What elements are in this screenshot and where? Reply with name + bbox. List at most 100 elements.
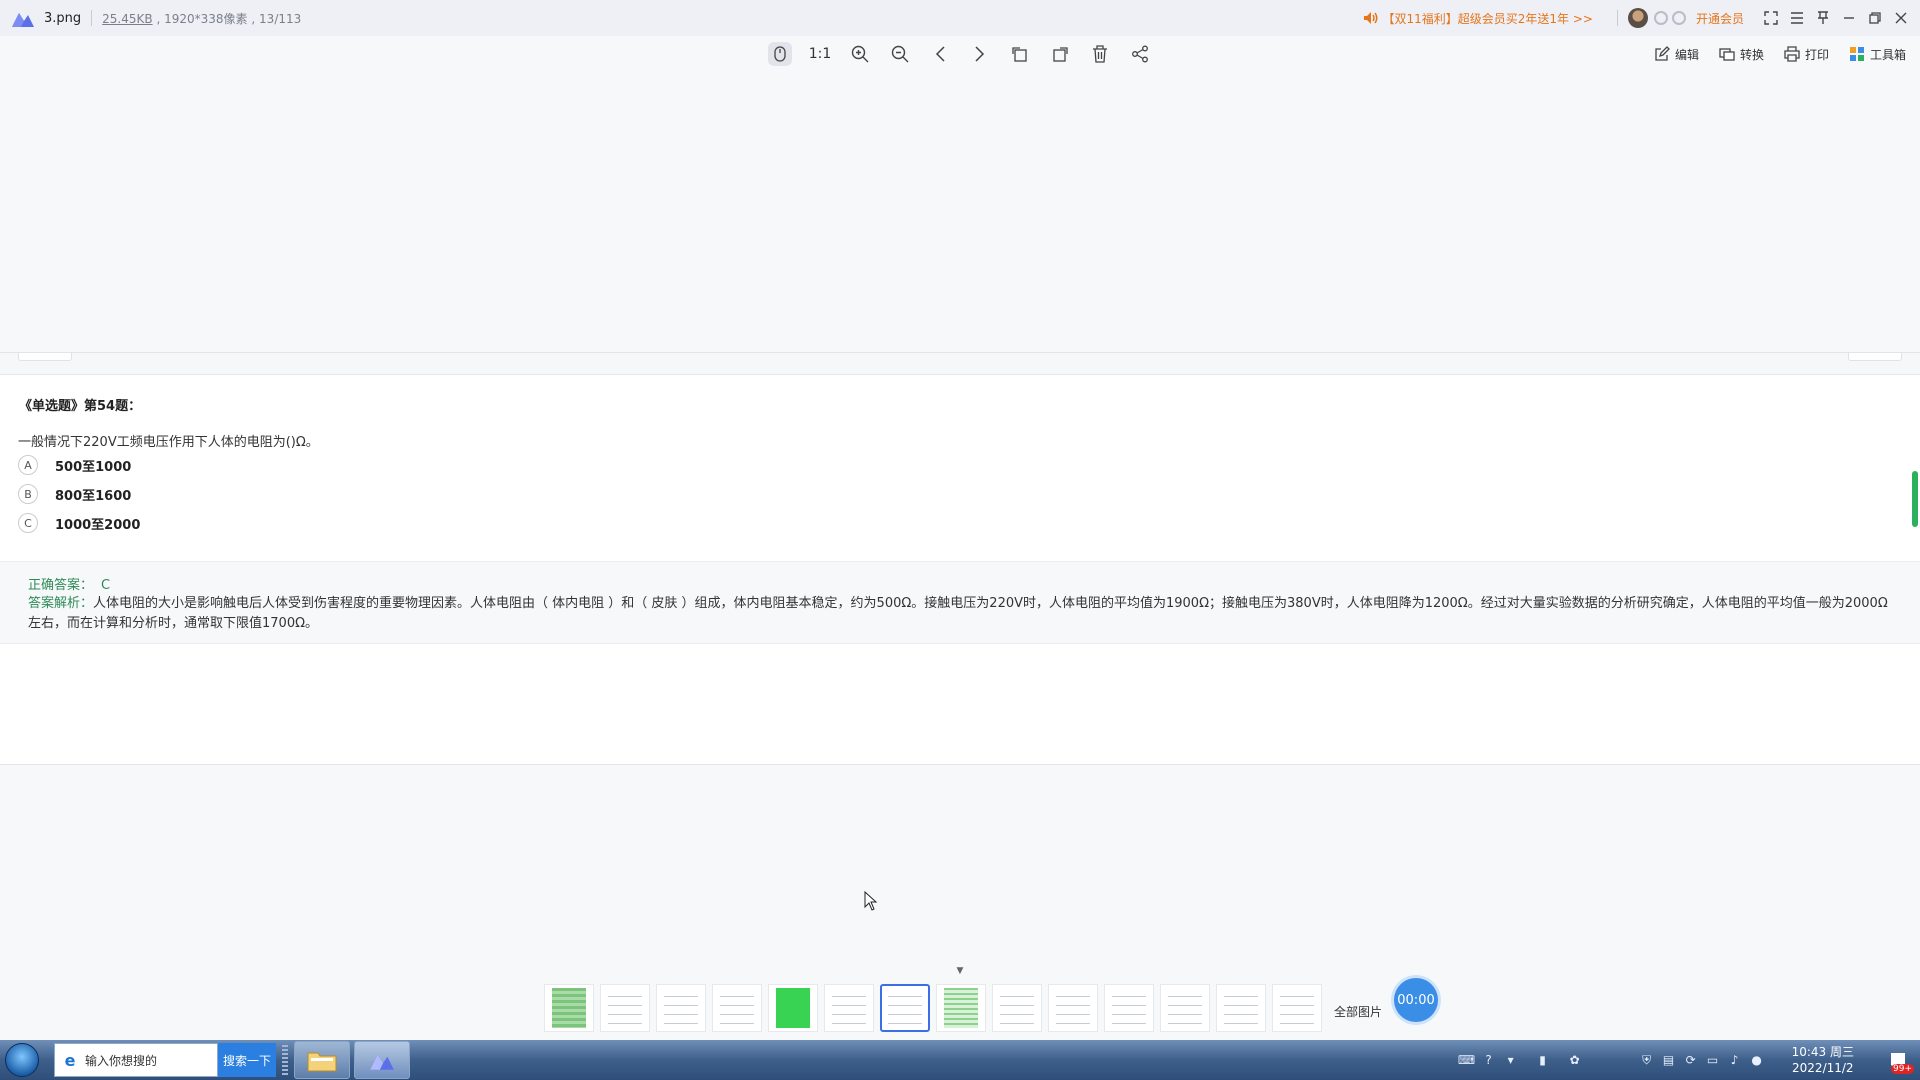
answer-label: 正确答案：	[28, 578, 94, 593]
option-c: C 1000至2000	[18, 513, 140, 533]
thumbnail[interactable]	[600, 984, 650, 1032]
app-tray-icon[interactable]: ✿	[1564, 1040, 1586, 1080]
actual-size-button[interactable]: 1:1	[800, 36, 840, 72]
promo-link[interactable]: 【双11福利】超级会员买2年送1年 >>	[1363, 10, 1593, 27]
status-badge-icon	[1671, 11, 1686, 25]
thumbnail[interactable]	[1104, 984, 1154, 1032]
thumbnail[interactable]	[824, 984, 874, 1032]
clock-time: 10:43 周三	[1791, 1045, 1854, 1059]
edit-icon	[1655, 46, 1670, 61]
thumbnail[interactable]	[712, 984, 762, 1032]
taskbar: e 输入你想搜的 搜索一下 ⌨ ? ▾ ▮ ✿ ⛨ ▤ ⟳ ▭ ♪ ● 10:4…	[0, 1040, 1920, 1080]
option-text: 1000至2000	[55, 517, 141, 533]
correct-answer: 正确答案： C	[28, 574, 110, 593]
avatar[interactable]	[1627, 8, 1648, 28]
option-text: 500至1000	[55, 459, 132, 475]
open-vip-link[interactable]: 开通会员	[1696, 10, 1744, 27]
thumbnail[interactable]	[656, 984, 706, 1032]
titlebar-right: 【双11福利】超级会员买2年送1年 >> 开通会员	[1363, 0, 1920, 36]
ratio-label: 1:1	[808, 46, 832, 62]
analysis-label: 答案解析：	[28, 596, 94, 611]
start-button[interactable]	[0, 1040, 44, 1080]
taskbar-search-input[interactable]: e 输入你想搜的	[54, 1043, 218, 1077]
zoom-out-button[interactable]	[880, 36, 920, 72]
scrollbar-thumb[interactable]	[1912, 471, 1918, 527]
notification-button[interactable]: 99+	[1884, 1046, 1914, 1074]
all-images-link[interactable]: 全部图片	[1334, 1003, 1382, 1020]
share-icon	[1132, 45, 1148, 63]
toolbox-button[interactable]: 工具箱	[1849, 46, 1906, 63]
promo-text: 【双11福利】超级会员买2年送1年 >>	[1382, 11, 1593, 26]
app-logo-icon	[370, 1054, 394, 1070]
clock-date: 2022/11/2	[1792, 1061, 1854, 1075]
restore-icon[interactable]	[1862, 0, 1888, 36]
image-dimensions: 1920*338像素	[164, 11, 248, 26]
fullscreen-icon[interactable]	[1758, 0, 1784, 36]
divider	[1616, 10, 1618, 26]
file-info-sep: ,	[156, 11, 161, 26]
network-icon[interactable]: ▤	[1658, 1040, 1680, 1080]
image-canvas[interactable]: 《单选题》第54题： 一般情况下220V工频电压作用下人体的电阻为()Ω。 A …	[0, 72, 1920, 972]
sync-icon[interactable]: ⟳	[1680, 1040, 1702, 1080]
thumbnail-selected[interactable]	[880, 984, 930, 1032]
title-bar: 3.png 25.45KB , 1920*338像素 , 13/113 【双11…	[0, 0, 1920, 36]
image-viewer-task-button[interactable]	[354, 1041, 410, 1079]
answer-analysis: 答案解析：人体电阻的大小是影响触电后人体受到伤害程度的重要物理因素。人体电阻由（…	[28, 594, 1898, 634]
close-icon[interactable]	[1888, 0, 1914, 36]
divider	[91, 10, 93, 26]
mouse-icon	[768, 42, 792, 66]
help-icon[interactable]: ?	[1478, 1040, 1500, 1080]
rotate-left-button[interactable]	[1000, 36, 1040, 72]
convert-icon	[1719, 48, 1735, 61]
option-a: A 500至1000	[18, 455, 131, 475]
security-app-icon[interactable]: ●	[1746, 1040, 1768, 1080]
edit-button[interactable]: 编辑	[1654, 46, 1699, 63]
chevron-down-icon[interactable]: ▾	[1500, 1040, 1522, 1080]
thumbnail[interactable]	[992, 984, 1042, 1032]
timer-button[interactable]: 00:00	[1394, 978, 1438, 1022]
convert-button[interactable]: 转换	[1719, 46, 1764, 63]
explorer-task-button[interactable]	[294, 1041, 350, 1079]
keyboard-icon[interactable]: ⌨	[1456, 1040, 1478, 1080]
trash-icon	[1093, 45, 1107, 63]
previous-button[interactable]	[920, 36, 960, 72]
pin-icon[interactable]	[1810, 0, 1836, 36]
convert-label: 转换	[1739, 47, 1764, 62]
image-position: 13/113	[259, 11, 302, 26]
print-button[interactable]: 打印	[1784, 46, 1829, 63]
minimize-icon[interactable]	[1836, 0, 1862, 36]
speaker-icon	[1363, 12, 1378, 24]
collapse-thumbs-icon[interactable]: ▼	[952, 966, 968, 976]
print-label: 打印	[1804, 47, 1829, 62]
zoom-in-icon	[851, 45, 869, 63]
question-card: 《单选题》第54题： 一般情况下220V工频电压作用下人体的电阻为()Ω。 A …	[0, 352, 1920, 765]
volume-icon[interactable]: ♪	[1724, 1040, 1746, 1080]
zoom-in-button[interactable]	[840, 36, 880, 72]
delete-button[interactable]	[1080, 36, 1120, 72]
tab-stub-right	[1848, 353, 1902, 361]
rotate-right-button[interactable]	[1040, 36, 1080, 72]
thumbnail[interactable]	[1216, 984, 1266, 1032]
thumbnail[interactable]	[1272, 984, 1322, 1032]
file-size[interactable]: 25.45KB	[102, 12, 152, 26]
monitor-icon[interactable]: ▭	[1702, 1040, 1724, 1080]
thumbnail[interactable]	[1048, 984, 1098, 1032]
notification-badge: 99+	[1891, 1064, 1914, 1074]
edit-label: 编辑	[1674, 47, 1699, 62]
file-name: 3.png	[44, 10, 82, 26]
next-button[interactable]	[960, 36, 1000, 72]
shield-icon[interactable]: ⛨	[1636, 1040, 1658, 1080]
thumbnail[interactable]	[1160, 984, 1210, 1032]
share-button[interactable]	[1120, 36, 1160, 72]
battery-icon[interactable]: ▮	[1532, 1040, 1554, 1080]
option-letter: C	[18, 513, 38, 533]
rotate-right-icon	[1053, 47, 1068, 62]
thumbnail[interactable]	[768, 984, 818, 1032]
thumbnail[interactable]	[544, 984, 594, 1032]
taskbar-search-button[interactable]: 搜索一下	[218, 1043, 276, 1077]
menu-icon[interactable]	[1784, 0, 1810, 36]
move-tool-button[interactable]	[760, 36, 800, 72]
app-logo-icon	[12, 13, 34, 27]
thumbnail[interactable]	[936, 984, 986, 1032]
taskbar-clock[interactable]: 10:43 周三 2022/11/2	[1792, 1044, 1854, 1076]
